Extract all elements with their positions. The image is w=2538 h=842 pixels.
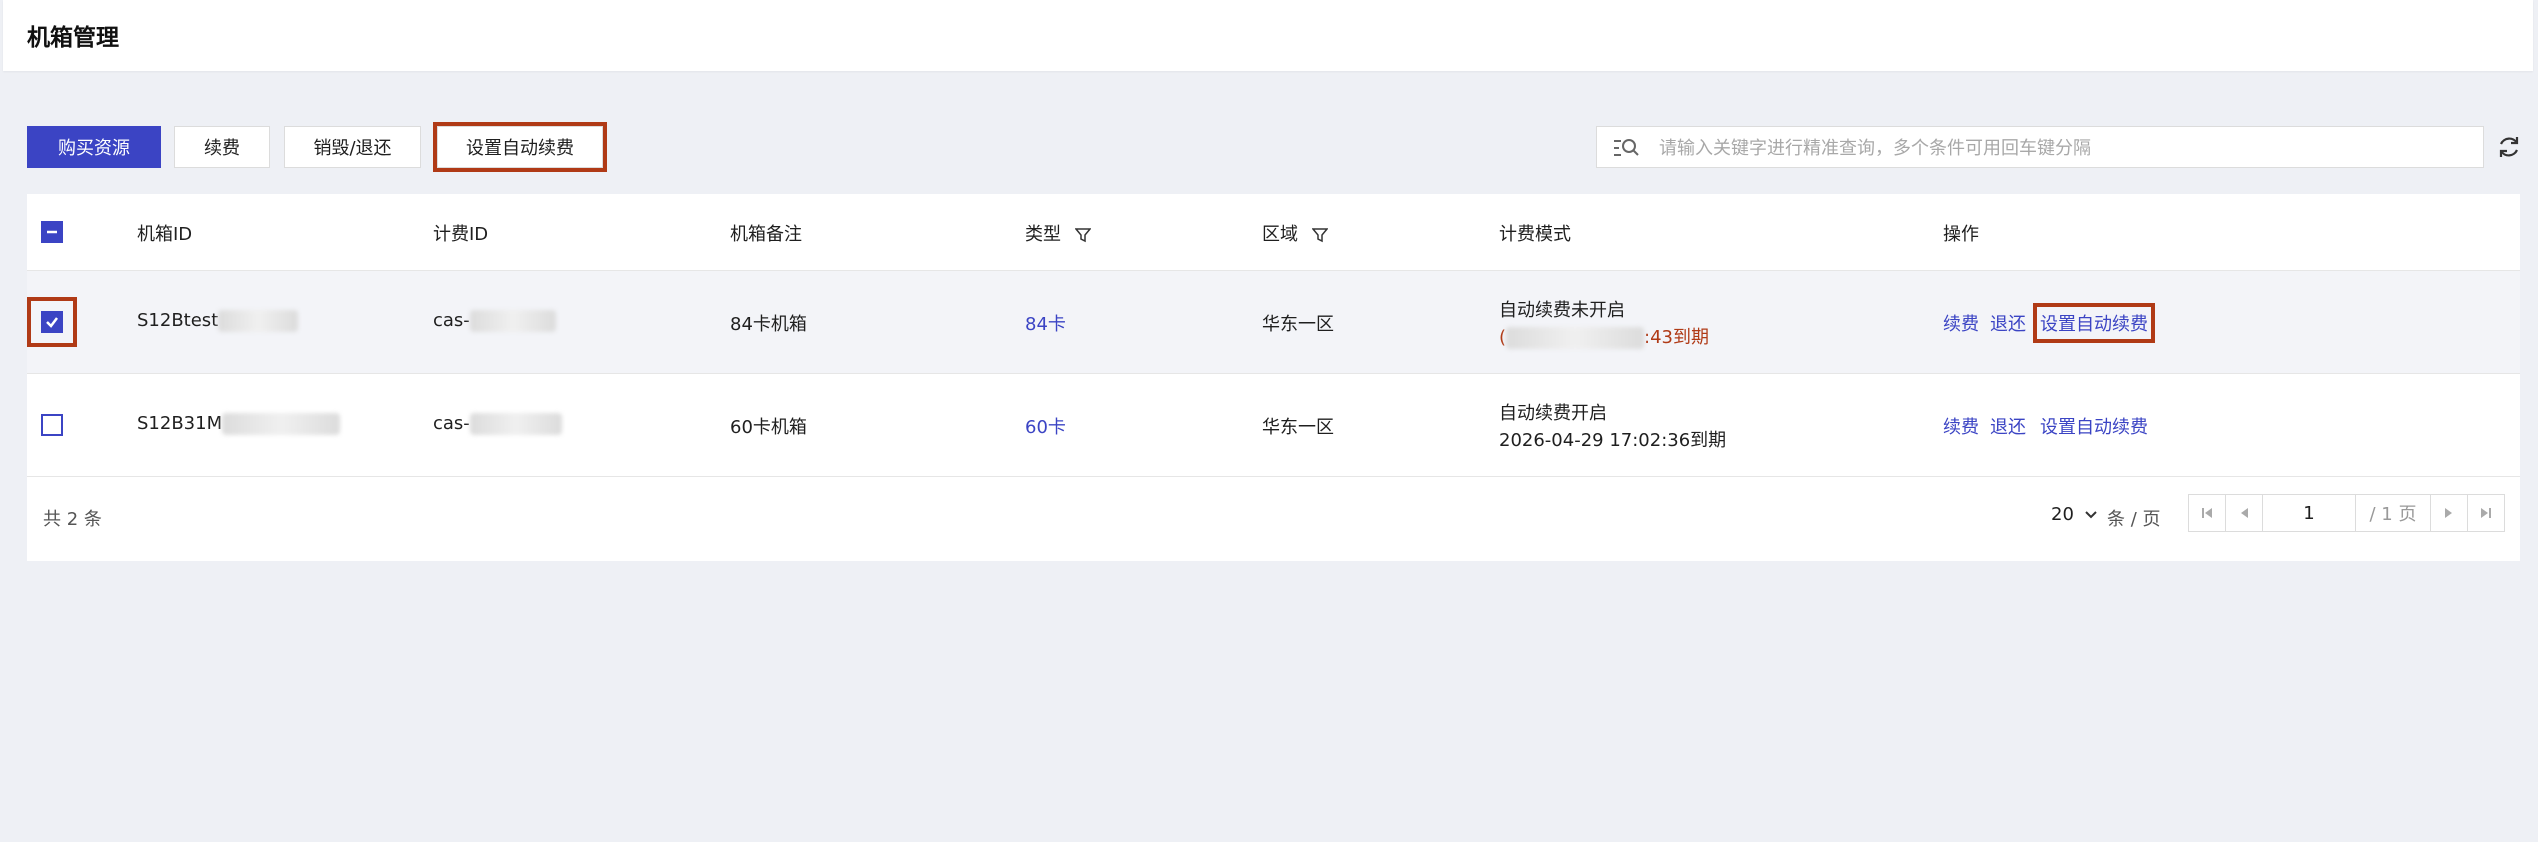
next-page-icon	[2445, 508, 2452, 518]
billing-mode-expire: ( :43到期	[1499, 323, 1709, 349]
chassis-id-text: S12B31M	[137, 413, 223, 434]
region: 华东一区	[1262, 417, 1334, 438]
page-header: 机箱管理	[3, 0, 2533, 71]
redacted-text	[222, 413, 341, 435]
remark: 60卡机箱	[730, 417, 807, 438]
expire-text: :43到期	[1644, 327, 1709, 348]
column-chassis-id: 机箱ID	[137, 224, 193, 245]
column-actions: 操作	[1943, 224, 1979, 245]
total-count: 共 2 条	[43, 509, 102, 530]
per-page-label: 条 / 页	[2107, 509, 2161, 530]
billing-id: cas-	[433, 310, 556, 332]
search-input[interactable]	[1657, 127, 2471, 169]
chevron-down-icon	[2084, 511, 2097, 519]
billing-mode-expire: 2026-04-29 17:02:36到期	[1499, 430, 1727, 451]
remark: 84卡机箱	[730, 314, 807, 335]
column-billing-id: 计费ID	[433, 224, 489, 245]
billing-id-text: cas-	[433, 310, 470, 331]
column-region-label: 区域	[1262, 224, 1298, 245]
row-checkbox[interactable]	[27, 297, 77, 347]
page-number-input[interactable]: 1	[2262, 494, 2356, 532]
redacted-text	[218, 310, 299, 332]
chassis-id: S12Btest	[137, 310, 299, 332]
last-page-button[interactable]	[2467, 494, 2505, 532]
prev-page-icon	[2241, 508, 2248, 518]
page-size-value: 20	[2051, 504, 2074, 525]
first-page-icon	[2202, 508, 2212, 518]
table-row: S12B31M cas- 60卡机箱 60卡 华东一区 自动续费开启 2026-…	[27, 374, 2520, 477]
table-footer: 共 2 条 20 条 / 页	[27, 477, 2520, 561]
filter-icon[interactable]	[1074, 227, 1091, 243]
renew-button[interactable]: 续费	[174, 126, 270, 168]
renew-link[interactable]: 续费	[1943, 413, 1979, 439]
chassis-id: S12B31M	[137, 413, 341, 435]
return-link[interactable]: 退还	[1990, 413, 2026, 439]
table-row: S12Btest cas- 84卡机箱 84卡 华东一区 自动续费未开启 ( :4…	[27, 271, 2520, 374]
row-checkbox[interactable]	[41, 414, 63, 436]
buy-resource-button[interactable]: 购买资源	[27, 126, 161, 168]
column-region: 区域	[1262, 220, 1328, 246]
billing-id: cas-	[433, 413, 562, 435]
refresh-icon[interactable]	[2496, 134, 2522, 160]
last-page-icon	[2481, 508, 2491, 518]
total-pages: / 1 页	[2355, 494, 2431, 532]
search-icon	[1614, 139, 1639, 156]
billing-mode-status: 自动续费未开启	[1499, 300, 1625, 321]
select-all-checkbox[interactable]	[41, 221, 63, 243]
page-title: 机箱管理	[27, 25, 119, 51]
next-page-button[interactable]	[2430, 494, 2468, 532]
prev-page-button[interactable]	[2225, 494, 2263, 532]
billing-id-text: cas-	[433, 413, 470, 434]
expire-prefix: (	[1499, 327, 1507, 348]
region: 华东一区	[1262, 314, 1334, 335]
search-box[interactable]	[1596, 126, 2484, 169]
column-billing-mode: 计费模式	[1499, 224, 1571, 245]
set-auto-renew-link[interactable]: 设置自动续费	[2033, 303, 2155, 343]
type-link[interactable]: 84卡	[1025, 310, 1066, 336]
return-link[interactable]: 退还	[1990, 310, 2026, 336]
destroy-return-button[interactable]: 销毁/退还	[284, 126, 421, 168]
redacted-text	[469, 413, 562, 435]
column-type-label: 类型	[1025, 224, 1061, 245]
first-page-button[interactable]	[2188, 494, 2226, 532]
billing-mode-status: 自动续费开启	[1499, 403, 1607, 424]
filter-icon[interactable]	[1311, 227, 1328, 243]
renew-link[interactable]: 续费	[1943, 310, 1979, 336]
chassis-table: 机箱ID 计费ID 机箱备注 类型 区域 计费模式 操作 S12Btest ca…	[27, 194, 2520, 561]
type-link[interactable]: 60卡	[1025, 413, 1066, 439]
column-type: 类型	[1025, 220, 1091, 246]
column-remark: 机箱备注	[730, 224, 802, 245]
chassis-id-text: S12Btest	[137, 310, 219, 331]
page-size-select[interactable]: 20	[2051, 504, 2098, 525]
redacted-text	[1506, 327, 1645, 349]
redacted-text	[469, 310, 556, 332]
table-header: 机箱ID 计费ID 机箱备注 类型 区域 计费模式 操作	[27, 194, 2520, 271]
set-auto-renew-link[interactable]: 设置自动续费	[2040, 413, 2148, 439]
set-auto-renew-button[interactable]: 设置自动续费	[433, 122, 607, 172]
